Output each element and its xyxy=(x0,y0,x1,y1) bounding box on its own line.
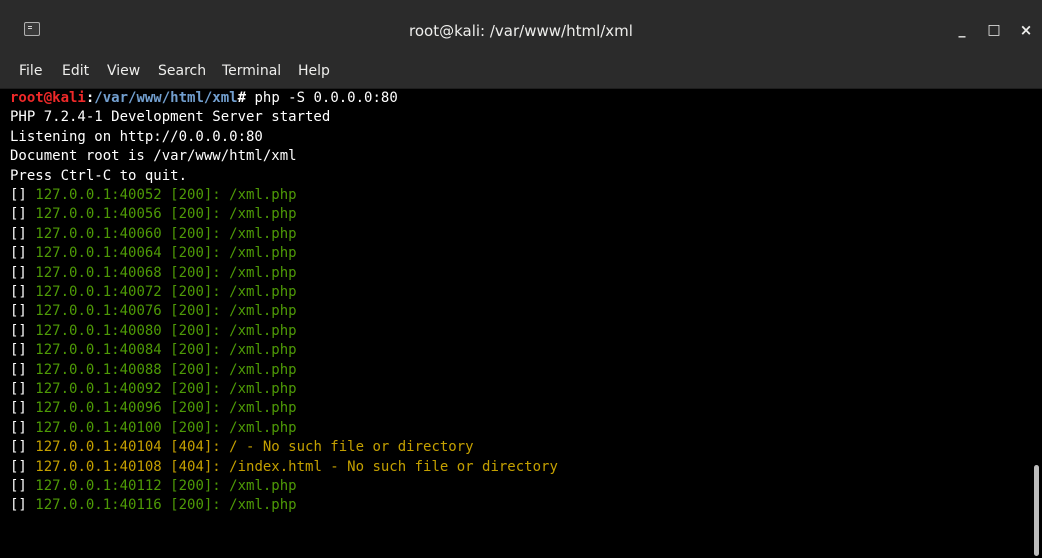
menu-terminal[interactable]: Terminal xyxy=(222,63,281,79)
log-text: 127.0.0.1:40056 [200]: /xml.php xyxy=(35,206,297,223)
log-text: PHP 7.2.4-1 Development Server started xyxy=(10,109,331,126)
close-button[interactable]: × xyxy=(1016,20,1036,40)
menu-search[interactable]: Search xyxy=(158,63,206,79)
terminal-line: [] 127.0.0.1:40056 [200]: /xml.php xyxy=(10,205,297,224)
log-text: 127.0.0.1:40108 [404]: /index.html - No … xyxy=(35,458,558,475)
log-prefix: [] xyxy=(10,439,36,456)
log-prefix: [] xyxy=(10,497,36,514)
title-bar[interactable]: root@kali: /var/www/html/xml _ □ × xyxy=(0,0,1042,59)
log-prefix: [] xyxy=(10,225,36,242)
log-text: 127.0.0.1:40088 [200]: /xml.php xyxy=(35,361,297,378)
prompt-path: /var/www/html/xml xyxy=(94,90,238,106)
log-text: 127.0.0.1:40100 [200]: /xml.php xyxy=(35,419,297,436)
terminal-line: [] 127.0.0.1:40112 [200]: /xml.php xyxy=(10,477,297,496)
menu-file[interactable]: File xyxy=(19,63,42,79)
log-prefix: [] xyxy=(10,303,36,320)
terminal-line: Document root is /var/www/html/xml xyxy=(10,147,297,166)
terminal-line: [] 127.0.0.1:40052 [200]: /xml.php xyxy=(10,186,297,205)
terminal-line: [] 127.0.0.1:40084 [200]: /xml.php xyxy=(10,341,297,360)
terminal-line: [] 127.0.0.1:40064 [200]: /xml.php xyxy=(10,244,297,263)
terminal-line: [] 127.0.0.1:40080 [200]: /xml.php xyxy=(10,322,297,341)
window-title: root@kali: /var/www/html/xml xyxy=(409,22,633,40)
log-prefix: [] xyxy=(10,264,36,281)
log-prefix: [] xyxy=(10,342,36,359)
minimize-button[interactable]: _ xyxy=(952,20,972,40)
terminal-line: [] 127.0.0.1:40096 [200]: /xml.php xyxy=(10,399,297,418)
terminal-line: [] 127.0.0.1:40068 [200]: /xml.php xyxy=(10,264,297,283)
menu-bar: File Edit View Search Terminal Help xyxy=(0,59,1042,89)
log-text: 127.0.0.1:40112 [200]: /xml.php xyxy=(35,478,297,494)
log-text: 127.0.0.1:40080 [200]: /xml.php xyxy=(35,322,297,339)
log-prefix: [] xyxy=(10,322,36,339)
log-prefix: [] xyxy=(10,419,36,436)
log-text: 127.0.0.1:40060 [200]: /xml.php xyxy=(35,225,297,242)
log-prefix: [] xyxy=(10,478,36,494)
terminal-line: [] 127.0.0.1:40076 [200]: /xml.php xyxy=(10,302,297,321)
log-prefix: [] xyxy=(10,400,36,417)
menu-help[interactable]: Help xyxy=(298,63,330,79)
log-text: Listening on http://0.0.0.0:80 xyxy=(10,128,263,145)
terminal-window: root@kali: /var/www/html/xml _ □ × File … xyxy=(0,0,1042,558)
prompt-line: root@kali:/var/www/html/xml# php -S 0.0.… xyxy=(10,90,398,106)
log-prefix: [] xyxy=(10,245,36,262)
log-text: 127.0.0.1:40104 [404]: / - No such file … xyxy=(35,439,474,456)
terminal-line: [] 127.0.0.1:40104 [404]: / - No such fi… xyxy=(10,438,474,457)
menu-edit[interactable]: Edit xyxy=(62,63,89,79)
terminal-line: [] 127.0.0.1:40088 [200]: /xml.php xyxy=(10,361,297,380)
log-text: 127.0.0.1:40084 [200]: /xml.php xyxy=(35,342,297,359)
terminal-output[interactable]: root@kali:/var/www/html/xml# php -S 0.0.… xyxy=(0,89,1030,558)
log-prefix: [] xyxy=(10,187,36,203)
log-text: 127.0.0.1:40072 [200]: /xml.php xyxy=(35,284,297,300)
log-text: 127.0.0.1:40068 [200]: /xml.php xyxy=(35,264,297,281)
prompt-user: root@kali xyxy=(10,90,86,106)
log-prefix: [] xyxy=(10,284,36,300)
scrollbar[interactable] xyxy=(1030,89,1042,558)
log-text: 127.0.0.1:40076 [200]: /xml.php xyxy=(35,303,297,320)
log-text: Document root is /var/www/html/xml xyxy=(10,148,297,165)
terminal-line: Listening on http://0.0.0.0:80 xyxy=(10,128,263,147)
menu-view[interactable]: View xyxy=(107,63,140,79)
log-text: 127.0.0.1:40052 [200]: /xml.php xyxy=(35,187,297,203)
log-text: 127.0.0.1:40096 [200]: /xml.php xyxy=(35,400,297,417)
log-prefix: [] xyxy=(10,206,36,223)
terminal-line: [] 127.0.0.1:40108 [404]: /index.html - … xyxy=(10,458,558,477)
prompt-command: php -S 0.0.0.0:80 xyxy=(254,90,398,106)
terminal-line: [] 127.0.0.1:40072 [200]: /xml.php xyxy=(10,283,297,302)
prompt-symbol: # xyxy=(237,90,247,106)
log-text: 127.0.0.1:40092 [200]: /xml.php xyxy=(35,381,297,397)
terminal-line: PHP 7.2.4-1 Development Server started xyxy=(10,108,330,127)
log-text: 127.0.0.1:40064 [200]: /xml.php xyxy=(35,245,297,262)
terminal-line: Press Ctrl-C to quit. xyxy=(10,167,187,186)
scrollbar-thumb[interactable] xyxy=(1034,465,1039,556)
log-text: 127.0.0.1:40116 [200]: /xml.php xyxy=(35,497,297,514)
log-text: Press Ctrl-C to quit. xyxy=(10,167,188,184)
terminal-line: [] 127.0.0.1:40060 [200]: /xml.php xyxy=(10,225,297,244)
log-prefix: [] xyxy=(10,381,36,397)
log-prefix: [] xyxy=(10,361,36,378)
maximize-button[interactable]: □ xyxy=(984,20,1004,40)
terminal-line: [] 127.0.0.1:40100 [200]: /xml.php xyxy=(10,419,297,438)
terminal-line: [] 127.0.0.1:40116 [200]: /xml.php xyxy=(10,496,297,515)
terminal-line: [] 127.0.0.1:40092 [200]: /xml.php xyxy=(10,380,297,399)
log-prefix: [] xyxy=(10,458,36,475)
